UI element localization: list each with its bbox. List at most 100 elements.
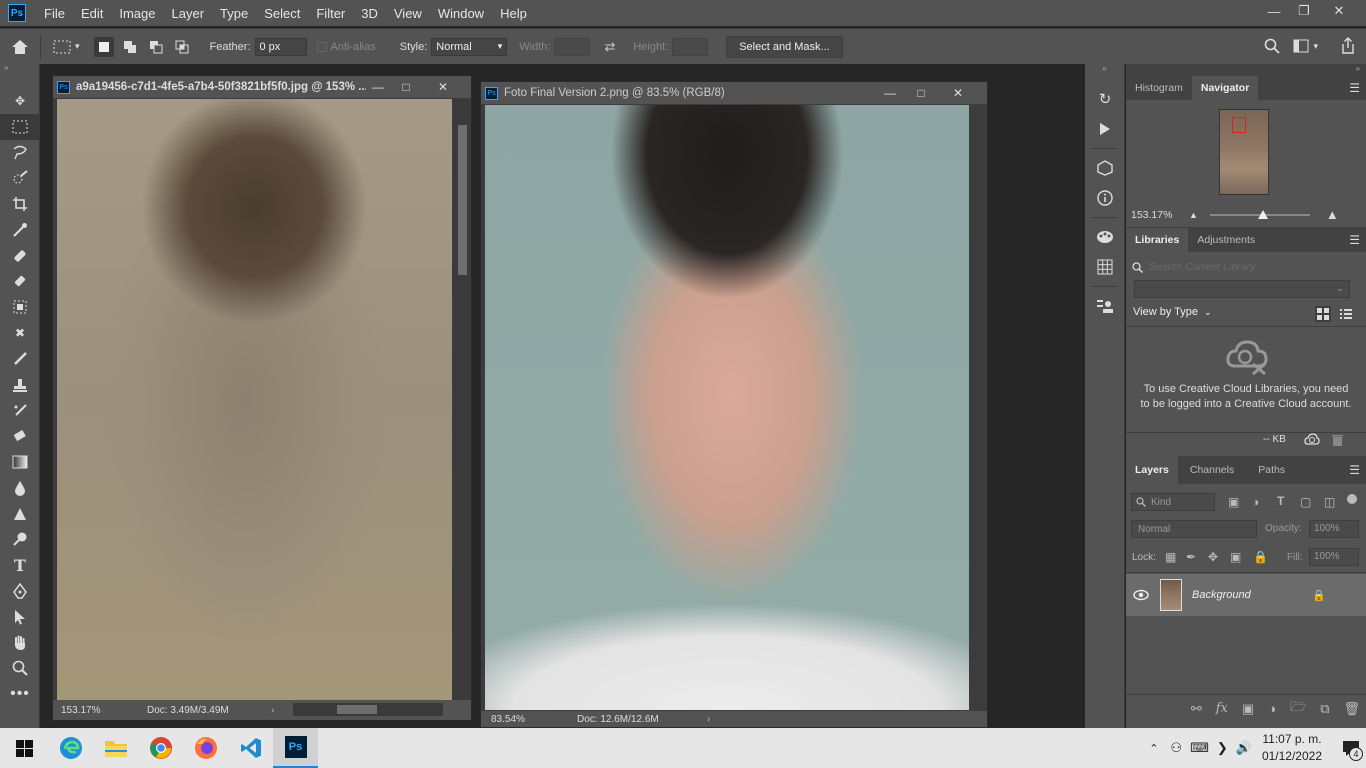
collapse-panels-icon[interactable]: »: [1126, 64, 1366, 76]
collapse-tools-icon[interactable]: »: [0, 64, 39, 74]
new-layer-icon[interactable]: ⧉: [1320, 701, 1329, 717]
paint-brush-icon[interactable]: [0, 346, 40, 372]
document-2-status-arrow-icon[interactable]: ›: [707, 714, 710, 725]
tab-histogram[interactable]: Histogram: [1126, 76, 1192, 100]
pen-tool-icon[interactable]: [0, 578, 40, 604]
document-2-close-icon[interactable]: ✕: [944, 82, 972, 104]
layer-row-background[interactable]: Background 🔒: [1126, 574, 1366, 616]
document-1-vertical-scrollbar[interactable]: [454, 99, 471, 700]
rectangular-marquee-tool-icon[interactable]: [0, 113, 40, 140]
grid-view-icon[interactable]: [1315, 306, 1331, 322]
opacity-input[interactable]: 100%: [1309, 520, 1359, 538]
spot-healing-brush-tool-icon[interactable]: [0, 243, 40, 269]
menu-type[interactable]: Type: [212, 6, 256, 21]
vscode-icon[interactable]: [228, 728, 273, 768]
add-mask-icon[interactable]: ▣: [1242, 701, 1254, 717]
workspace-icon[interactable]: ▾: [1293, 39, 1318, 53]
fill-input[interactable]: 100%: [1309, 548, 1359, 566]
intersect-selection-icon[interactable]: [172, 37, 192, 57]
menu-file[interactable]: File: [36, 6, 73, 21]
document-1-canvas-photo[interactable]: [57, 99, 452, 700]
lock-transparent-pixels-icon[interactable]: ▦: [1165, 550, 1176, 564]
navigator-panel-menu-icon[interactable]: ☰: [1349, 81, 1360, 95]
eyedropper-tool-icon[interactable]: [0, 217, 40, 243]
document-2-zoom[interactable]: 83.54%: [491, 714, 561, 725]
zoom-in-icon[interactable]: ▲: [1326, 207, 1339, 222]
layer-lock-icon[interactable]: 🔒: [1312, 589, 1326, 602]
link-layers-icon[interactable]: ⚯: [1191, 701, 1202, 717]
document-2-minimize-icon[interactable]: —: [876, 82, 904, 104]
windows-start-icon[interactable]: [0, 728, 48, 768]
menu-select[interactable]: Select: [256, 6, 308, 21]
filter-smart-object-icon[interactable]: ◫: [1324, 495, 1335, 509]
close-icon[interactable]: ✕: [1322, 0, 1356, 22]
filter-type-layer-icon[interactable]: T: [1277, 494, 1284, 508]
tab-paths[interactable]: Paths: [1246, 456, 1297, 484]
quick-selection-tool-icon[interactable]: [0, 165, 40, 191]
minimize-icon[interactable]: —: [1257, 0, 1291, 22]
restore-icon[interactable]: ❐: [1287, 0, 1321, 22]
volume-icon[interactable]: 🔊: [1236, 740, 1252, 756]
filter-toggle-icon[interactable]: [1347, 494, 1357, 504]
swap-dimensions-icon[interactable]: ⇄: [604, 39, 615, 55]
lasso-tool-icon[interactable]: [0, 140, 40, 166]
layer-style-fx-icon[interactable]: fx: [1216, 701, 1228, 716]
sharpen-tool-icon[interactable]: [0, 501, 40, 527]
layer-kind-filter[interactable]: Kind: [1131, 493, 1215, 511]
more-tools-icon[interactable]: •••: [0, 681, 40, 707]
navigator-zoom-value[interactable]: 153.17%: [1131, 209, 1189, 221]
document-1-zoom[interactable]: 153.17%: [61, 705, 131, 716]
menu-3d[interactable]: 3D: [353, 6, 386, 21]
firefox-browser-icon[interactable]: [183, 728, 228, 768]
list-view-icon[interactable]: [1338, 306, 1354, 322]
filter-adjustment-layer-icon[interactable]: ◑: [1252, 495, 1259, 509]
library-sync-icon[interactable]: [1304, 433, 1320, 450]
swatches-panel-icon[interactable]: [1085, 252, 1125, 282]
tab-layers[interactable]: Layers: [1126, 456, 1178, 484]
menu-help[interactable]: Help: [492, 6, 535, 21]
art-history-brush-icon[interactable]: [0, 398, 40, 424]
menu-filter[interactable]: Filter: [308, 6, 353, 21]
new-group-icon[interactable]: 🗁: [1290, 698, 1306, 720]
lock-artboard-icon[interactable]: ▣: [1230, 550, 1241, 564]
document-1-minimize-icon[interactable]: —: [364, 76, 392, 98]
wifi-icon[interactable]: ❯: [1217, 740, 1228, 756]
menu-layer[interactable]: Layer: [164, 6, 213, 21]
share-icon[interactable]: [1340, 37, 1356, 58]
notification-center-icon[interactable]: 4: [1336, 728, 1366, 768]
chrome-browser-icon[interactable]: [138, 728, 183, 768]
photoshop-taskbar-icon[interactable]: Ps: [273, 728, 318, 768]
document-1-restore-icon[interactable]: □: [392, 76, 420, 98]
feather-input[interactable]: 0 px: [254, 37, 307, 56]
hand-tool-icon[interactable]: [0, 630, 40, 656]
clone-stamp-tool-icon[interactable]: [0, 294, 40, 320]
edge-browser-icon[interactable]: [48, 728, 93, 768]
width-input[interactable]: [554, 37, 591, 56]
view-by-type-button[interactable]: View by Type ⌄: [1133, 306, 1212, 318]
lock-all-icon[interactable]: 🔒: [1253, 550, 1268, 564]
eraser-tool-icon[interactable]: [0, 423, 40, 449]
clock[interactable]: 11:07 p. m. 01/12/2022: [1262, 731, 1322, 765]
keyboard-layout-icon[interactable]: ⌨: [1190, 740, 1209, 756]
info-panel-icon[interactable]: [1085, 183, 1125, 213]
height-input[interactable]: [672, 37, 709, 56]
antialias-checkbox[interactable]: [316, 41, 327, 52]
tab-adjustments[interactable]: Adjustments: [1188, 228, 1264, 252]
tab-libraries[interactable]: Libraries: [1126, 228, 1189, 252]
document-1-horizontal-scrollbar[interactable]: [293, 703, 443, 716]
library-select[interactable]: ⌄: [1134, 280, 1350, 298]
lock-position-icon[interactable]: ✥: [1208, 550, 1218, 564]
properties-panel-icon[interactable]: [1085, 291, 1125, 321]
home-icon[interactable]: [0, 39, 40, 55]
menu-image[interactable]: Image: [111, 6, 163, 21]
actions-panel-icon[interactable]: [1085, 114, 1125, 144]
file-explorer-icon[interactable]: [93, 728, 138, 768]
marquee-tool-preset-icon[interactable]: ▾: [53, 40, 80, 54]
gradient-tool-icon[interactable]: [0, 449, 40, 475]
document-2-restore-icon[interactable]: □: [907, 82, 935, 104]
layer-name[interactable]: Background: [1192, 589, 1312, 601]
layers-panel-menu-icon[interactable]: ☰: [1349, 463, 1360, 477]
blend-mode-select[interactable]: Normal: [1131, 520, 1257, 538]
zoom-out-icon[interactable]: ▲: [1189, 210, 1198, 220]
select-and-mask-button[interactable]: Select and Mask...: [726, 35, 843, 58]
